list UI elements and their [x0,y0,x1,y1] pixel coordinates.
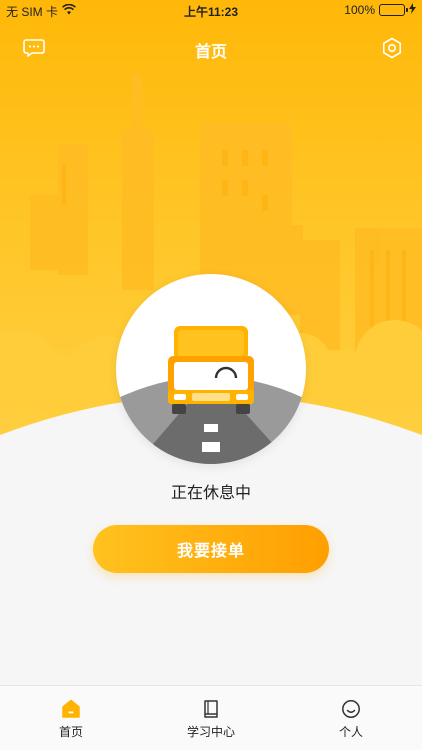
status-right: 100% [344,3,416,17]
charging-icon [409,3,416,17]
tab-label-profile: 个人 [338,725,363,739]
work-status-text: 正在休息中 [170,485,251,502]
battery-percent: 100% [344,3,375,17]
tab-bar: 首页 学习中心 个人 [0,685,422,750]
tab-profile[interactable]: 个人 [291,686,411,750]
home-icon [60,698,82,720]
book-icon [200,698,222,720]
carrier-text: 无 SIM 卡 [6,4,59,19]
smile-icon [340,698,362,720]
page-title: 首页 [194,44,227,61]
battery-icon [379,4,408,16]
tab-home[interactable]: 首页 [11,686,131,750]
truck-illustration [116,274,306,464]
status-left: 无 SIM 卡 [6,3,76,20]
status-bar: 无 SIM 卡 上午11:23 100% [0,0,422,22]
accept-order-button[interactable]: 我要接单 [93,525,329,573]
settings-icon[interactable] [380,36,404,60]
truck-graphic [116,326,306,464]
wifi-icon [62,3,76,18]
tab-study-center[interactable]: 学习中心 [151,686,271,750]
tab-label-study-center: 学习中心 [186,725,235,739]
tab-label-home: 首页 [58,725,83,739]
nav-bar: 首页 [0,28,422,68]
